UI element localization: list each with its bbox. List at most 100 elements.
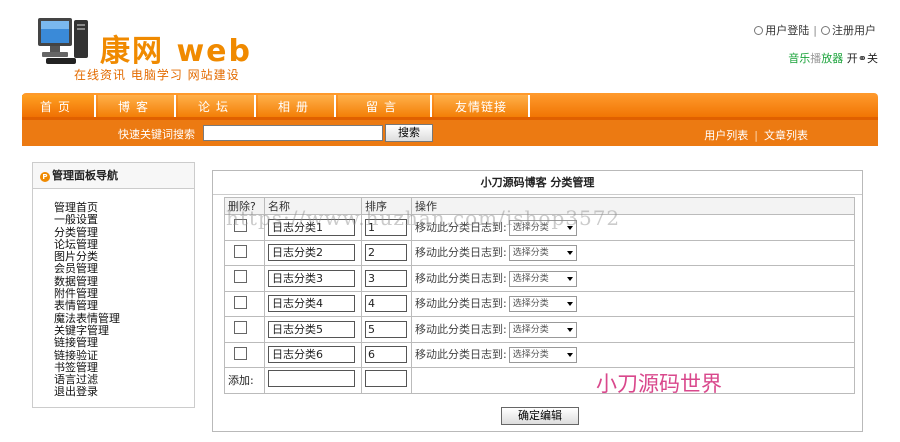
table-row: 日志分类6 6 移动此分类日志到: 选择分类: [224, 341, 855, 368]
login-icon: [754, 26, 764, 35]
chevron-down-icon: [566, 353, 573, 358]
computer-icon: [38, 18, 88, 64]
add-row-empty-cell: [411, 367, 855, 394]
delete-checkbox[interactable]: [234, 321, 247, 335]
add-row: 添加:: [224, 367, 855, 394]
brand-name: 康网 web: [100, 26, 252, 70]
nav-blog[interactable]: 博客: [98, 95, 176, 119]
move-label: 移动此分类日志到:: [415, 271, 507, 285]
col-order: 排序: [361, 197, 412, 215]
table-row: 日志分类1 1 移动此分类日志到: 选择分类: [224, 214, 855, 241]
music-toggle-icon[interactable]: ⚭: [858, 52, 867, 65]
music-label-1: 音乐: [788, 52, 811, 65]
sidebar-item-link-check[interactable]: 链接验证: [54, 349, 194, 362]
nav-home[interactable]: 首页: [22, 95, 96, 119]
name-field[interactable]: 日志分类3: [268, 269, 355, 287]
order-field[interactable]: 3: [365, 269, 407, 287]
nav-guestbook[interactable]: 留言: [338, 95, 432, 119]
login-link[interactable]: 用户登陆: [765, 24, 809, 37]
submit-edit-button[interactable]: 确定编辑: [501, 407, 579, 425]
separator: |: [754, 129, 758, 142]
search-input[interactable]: [203, 125, 383, 141]
user-links: 用户登陆 | 注册用户: [754, 22, 876, 38]
select-value: 选择分类: [512, 248, 549, 259]
new-order-field[interactable]: [365, 370, 407, 388]
order-field[interactable]: 2: [365, 244, 407, 262]
move-label: 移动此分类日志到:: [415, 220, 507, 234]
select-value: 选择分类: [512, 273, 549, 284]
main-nav: 首页 博客 论坛 相册 留言 友情链接: [22, 93, 878, 119]
site-logo[interactable]: 康网 web 在线资讯 电脑学习 网站建设: [28, 10, 268, 85]
order-field[interactable]: 1: [365, 218, 407, 236]
new-name-field[interactable]: [268, 370, 355, 388]
article-list-link[interactable]: 文章列表: [764, 129, 808, 142]
select-value: 选择分类: [512, 299, 549, 310]
select-value: 选择分类: [512, 324, 549, 335]
delete-checkbox[interactable]: [234, 270, 247, 284]
chevron-down-icon: [566, 225, 573, 230]
move-label: 移动此分类日志到:: [415, 297, 507, 311]
category-select[interactable]: 选择分类: [508, 296, 577, 313]
brand-cn: 康网: [100, 34, 164, 69]
sidebar-item-emoticons[interactable]: 表情管理: [54, 300, 194, 313]
move-label: 移动此分类日志到:: [415, 322, 507, 336]
order-field[interactable]: 4: [365, 295, 407, 313]
music-player: 音乐播放器 开⚭关: [788, 50, 878, 66]
name-field[interactable]: 日志分类1: [268, 218, 355, 236]
delete-checkbox[interactable]: [234, 219, 247, 233]
table-row: 日志分类2 2 移动此分类日志到: 选择分类: [224, 239, 855, 266]
music-label-2: 播: [810, 52, 822, 65]
chevron-down-icon: [566, 251, 573, 256]
category-select[interactable]: 选择分类: [508, 245, 577, 262]
admin-sidebar: P 管理面板导航 管理首页 一般设置 分类管理 论坛管理 图片分类 会员管理 数据…: [32, 162, 195, 408]
add-label: 添加:: [224, 367, 265, 394]
slogan: 在线资讯 电脑学习 网站建设: [74, 68, 240, 82]
name-field[interactable]: 日志分类2: [268, 244, 355, 262]
chevron-down-icon: [566, 302, 573, 307]
delete-checkbox[interactable]: [234, 295, 247, 309]
move-label: 移动此分类日志到:: [415, 246, 507, 260]
search-bar: 快速关键词搜索 搜索 用户列表 | 文章列表: [22, 120, 878, 146]
col-action: 操作: [411, 197, 855, 215]
name-field[interactable]: 日志分类5: [268, 320, 355, 338]
select-value: 选择分类: [512, 222, 549, 233]
register-icon: [821, 26, 830, 35]
delete-checkbox[interactable]: [234, 244, 247, 258]
name-field[interactable]: 日志分类4: [268, 295, 355, 313]
panel-title: 小刀源码博客 分类管理: [213, 171, 862, 195]
table-header-row: 删除? 名称 排序 操作: [224, 197, 855, 215]
order-field[interactable]: 6: [365, 346, 407, 364]
category-select[interactable]: 选择分类: [508, 347, 577, 364]
chevron-down-icon: [566, 327, 573, 332]
chevron-down-icon: [566, 276, 573, 281]
sidebar-item-members[interactable]: 会员管理: [54, 263, 194, 276]
delete-checkbox[interactable]: [234, 346, 247, 360]
sidebar-item-links[interactable]: 链接管理: [54, 336, 194, 349]
name-field[interactable]: 日志分类6: [268, 346, 355, 364]
search-button[interactable]: 搜索: [385, 124, 433, 142]
nav-forum[interactable]: 论坛: [178, 95, 256, 119]
sidebar-menu: 管理首页 一般设置 分类管理 论坛管理 图片分类 会员管理 数据管理 附件管理 …: [33, 189, 194, 399]
table-row: 日志分类5 5 移动此分类日志到: 选择分类: [224, 316, 855, 343]
music-off-button[interactable]: 关: [867, 52, 878, 65]
register-link[interactable]: 注册用户: [832, 24, 876, 37]
separator: |: [813, 24, 817, 37]
quick-links: 用户列表 | 文章列表: [704, 127, 808, 143]
col-name: 名称: [264, 197, 362, 215]
category-table: 删除? 名称 排序 操作 日志分类1 1 移动此分类日志到: 选择分类 日志分类2…: [224, 197, 855, 394]
user-list-link[interactable]: 用户列表: [704, 129, 748, 142]
category-select[interactable]: 选择分类: [508, 270, 577, 287]
move-label: 移动此分类日志到:: [415, 348, 507, 362]
nav-links[interactable]: 友情链接: [434, 95, 530, 119]
sidebar-item-logout[interactable]: 退出登录: [54, 386, 194, 399]
select-value: 选择分类: [512, 350, 549, 361]
music-on-button[interactable]: 开: [847, 52, 858, 65]
category-panel: 小刀源码博客 分类管理 删除? 名称 排序 操作 日志分类1 1 移动此分类日志…: [212, 170, 863, 432]
nav-album[interactable]: 相册: [258, 95, 336, 119]
sidebar-item-general[interactable]: 一般设置: [54, 213, 194, 226]
sidebar-title: 管理面板导航: [52, 169, 118, 182]
category-select[interactable]: 选择分类: [508, 219, 577, 236]
category-select[interactable]: 选择分类: [508, 321, 577, 338]
order-field[interactable]: 5: [365, 320, 407, 338]
panel-icon: P: [40, 172, 50, 182]
